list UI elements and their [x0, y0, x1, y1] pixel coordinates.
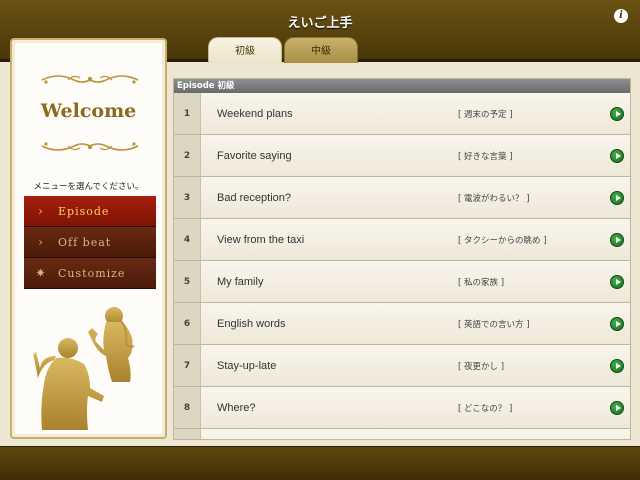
- sidebar-menu: › Episode › Off beat ✷ Customize: [24, 196, 156, 289]
- list-header: Episode 初級: [174, 79, 630, 93]
- episode-japanese-title: [ 週末の予定 ]: [458, 109, 513, 120]
- episode-number: 2: [174, 135, 201, 176]
- episode-title: Weekend plans: [217, 107, 293, 120]
- play-icon[interactable]: [610, 358, 624, 373]
- menu-item-episode[interactable]: › Episode: [24, 196, 156, 227]
- episode-number: 1: [174, 93, 201, 134]
- play-icon[interactable]: [610, 148, 624, 163]
- menu-instruction: メニューを選んでください。: [33, 182, 144, 192]
- gear-icon: ✷: [35, 266, 47, 280]
- episode-number: 7: [174, 345, 201, 386]
- play-icon[interactable]: [610, 190, 624, 205]
- chevron-right-icon: ›: [38, 204, 44, 218]
- info-icon[interactable]: i: [614, 9, 628, 23]
- bottom-bar: [0, 446, 640, 480]
- episode-title: Stay-up-late: [217, 359, 277, 372]
- play-icon[interactable]: [610, 274, 624, 289]
- chevron-right-icon: ›: [38, 235, 44, 249]
- episode-row[interactable]: 6 English words [ 英語での言い方 ]: [174, 303, 630, 345]
- sidebar-panel: Welcome メニューを選んでください。 › Episode › Off be…: [10, 38, 167, 439]
- episode-title: Bad reception?: [217, 191, 291, 204]
- episode-number: 5: [174, 261, 201, 302]
- episode-number: 4: [174, 219, 201, 260]
- menu-item-label: Customize: [58, 266, 126, 280]
- episode-japanese-title: [ 夜更かし ]: [458, 361, 505, 372]
- app-title: えいご上手: [287, 16, 353, 31]
- episode-row[interactable]: 8 Where? [ どこなの？ ]: [174, 387, 630, 429]
- episode-title: English words: [217, 317, 286, 330]
- episode-list: Episode 初級 1 Weekend plans [ 週末の予定 ] 2 F…: [173, 78, 631, 440]
- episode-row[interactable]: 4 View from the taxi [ タクシーからの眺め ]: [174, 219, 630, 261]
- episode-number: 6: [174, 303, 201, 344]
- episode-number: 3: [174, 177, 201, 218]
- episode-title: View from the taxi: [217, 233, 305, 246]
- play-icon[interactable]: [610, 400, 624, 415]
- episode-japanese-title: [ 好きな言葉 ]: [458, 151, 513, 162]
- episode-row[interactable]: 5 My family [ 私の家族 ]: [174, 261, 630, 303]
- episode-row[interactable]: 3 Bad reception? [ 電波がわるい？ ]: [174, 177, 630, 219]
- episode-title: My family: [217, 275, 264, 288]
- episode-japanese-title: [ 電波がわるい？ ]: [458, 193, 530, 204]
- play-icon[interactable]: [610, 232, 624, 247]
- episode-japanese-title: [ タクシーからの眺め ]: [458, 235, 547, 246]
- episode-row-partial: [174, 429, 630, 439]
- play-icon[interactable]: [610, 106, 624, 121]
- episode-row[interactable]: 7 Stay-up-late [ 夜更かし ]: [174, 345, 630, 387]
- people-silhouette-icon: [33, 307, 135, 430]
- menu-item-off-beat[interactable]: › Off beat: [24, 227, 156, 258]
- play-icon[interactable]: [610, 316, 624, 331]
- episode-number-empty: [174, 429, 201, 439]
- ornament-top-icon: [41, 75, 139, 84]
- episode-title: Where?: [217, 401, 256, 414]
- episode-title: Favorite saying: [217, 149, 292, 162]
- episode-japanese-title: [ 私の家族 ]: [458, 277, 505, 288]
- episode-row[interactable]: 2 Favorite saying [ 好きな言葉 ]: [174, 135, 630, 177]
- ornament-bottom-icon: [41, 142, 139, 151]
- menu-item-label: Off beat: [58, 235, 112, 249]
- menu-item-customize[interactable]: ✷ Customize: [24, 258, 156, 289]
- episode-japanese-title: [ 英語での言い方 ]: [458, 319, 530, 330]
- menu-item-label: Episode: [58, 204, 110, 218]
- welcome-heading: Welcome: [40, 100, 137, 122]
- tab-beginner[interactable]: 初級: [208, 37, 282, 63]
- episode-japanese-title: [ どこなの？ ]: [458, 403, 513, 414]
- tab-intermediate[interactable]: 中級: [284, 37, 358, 63]
- episode-row[interactable]: 1 Weekend plans [ 週末の予定 ]: [174, 93, 630, 135]
- episode-number: 8: [174, 387, 201, 428]
